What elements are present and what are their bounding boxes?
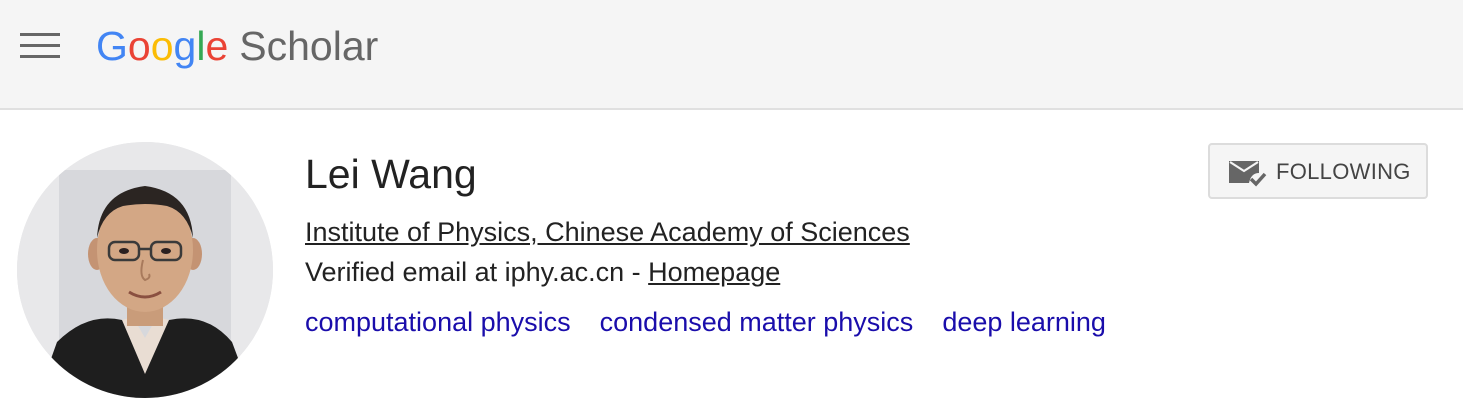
logo-letter: G — [96, 23, 128, 69]
hamburger-menu-icon[interactable] — [20, 33, 60, 59]
logo-letter: g — [173, 23, 197, 69]
research-interests: computational physics condensed matter ph… — [305, 304, 1135, 340]
google-scholar-logo[interactable]: Google Scholar — [96, 18, 378, 74]
profile-name: Lei Wang — [305, 151, 477, 197]
logo-letter: o — [127, 23, 151, 69]
affiliation-link[interactable]: Institute of Physics, Chinese Academy of… — [305, 214, 910, 250]
top-bar: Google Scholar — [0, 0, 1463, 110]
email-check-icon — [1227, 157, 1267, 194]
interest-link[interactable]: deep learning — [942, 307, 1106, 337]
homepage-link[interactable]: Homepage — [648, 257, 780, 287]
logo-letter: o — [150, 23, 174, 69]
interest-link[interactable]: condensed matter physics — [600, 307, 914, 337]
verified-email-text: Verified email at iphy.ac.cn - — [305, 257, 649, 287]
interest-link[interactable]: computational physics — [305, 307, 571, 337]
logo-letter: e — [205, 23, 229, 69]
following-button[interactable]: FOLLOWING — [1208, 143, 1428, 199]
profile-photo — [17, 142, 273, 398]
logo-product-name: Scholar — [239, 23, 379, 69]
following-label: FOLLOWING — [1276, 159, 1411, 184]
verified-email-line: Verified email at iphy.ac.cn - Homepage — [305, 254, 780, 290]
